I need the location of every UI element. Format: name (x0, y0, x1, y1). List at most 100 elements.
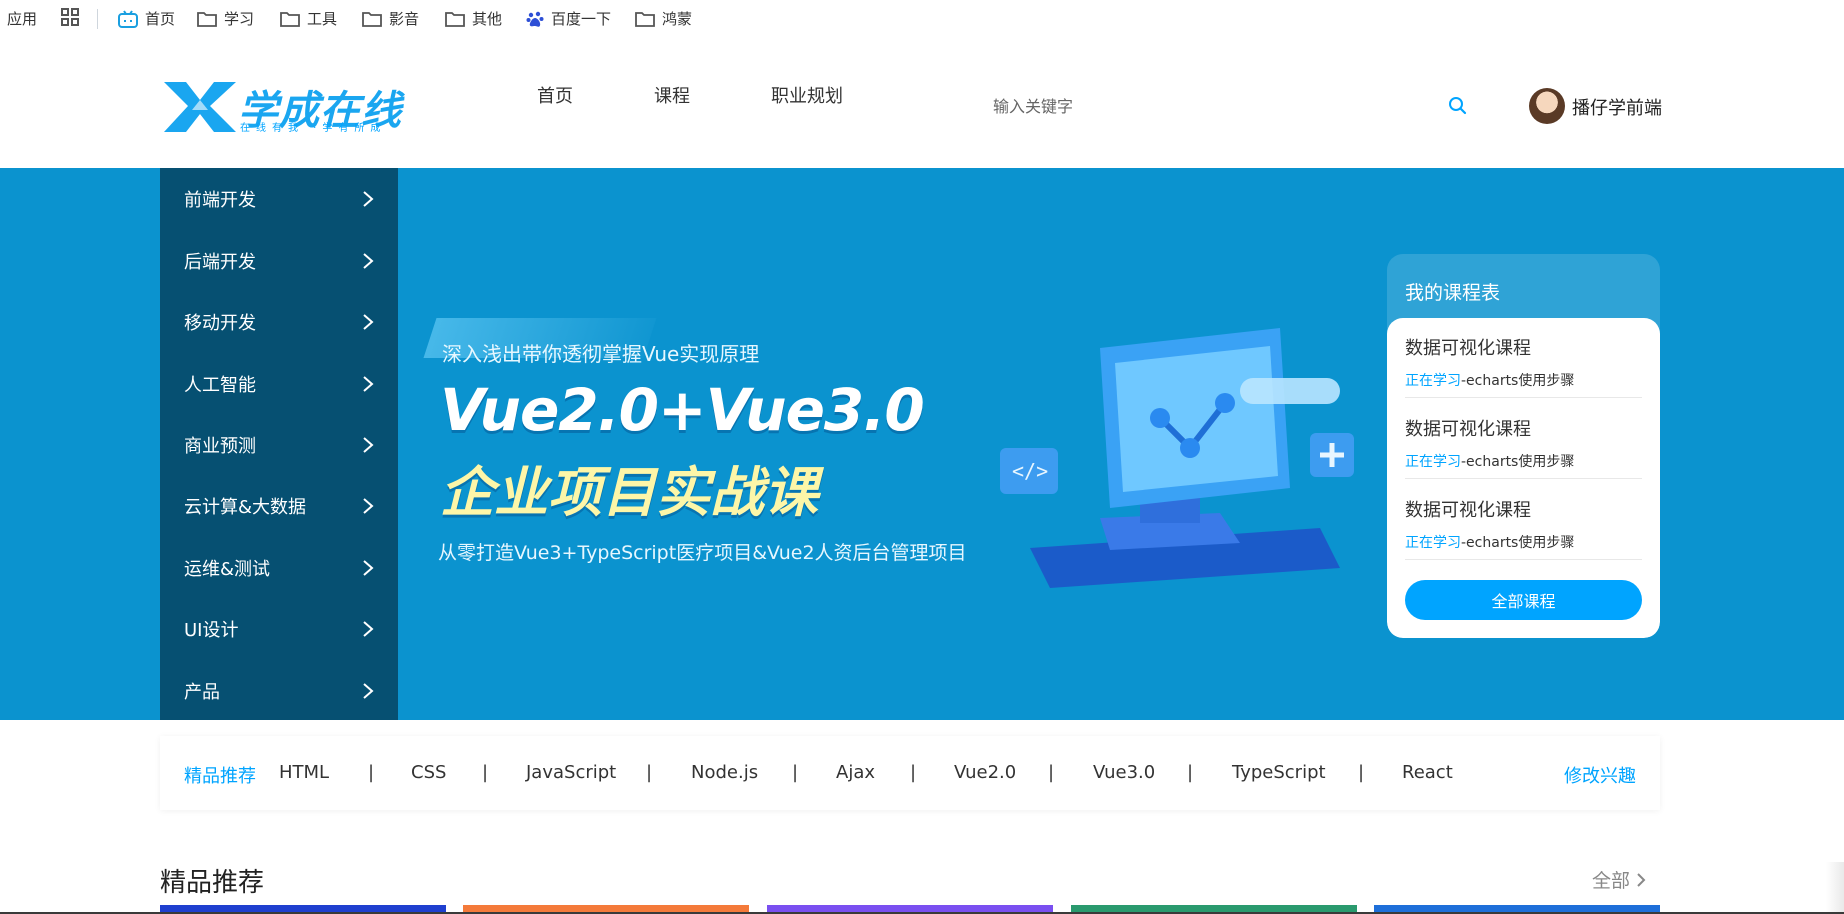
category-item-backend[interactable]: 后端开发 (184, 241, 374, 281)
tag-vue2[interactable]: Vue2.0 (954, 762, 1016, 783)
category-item-mobile[interactable]: 移动开发 (184, 302, 374, 342)
course-item[interactable]: 数据可视化课程 正在学习-echarts使用步骤 (1405, 399, 1642, 479)
bilibili-icon (118, 9, 138, 28)
folder-icon (445, 11, 465, 27)
my-courses-list: 数据可视化课程 正在学习-echarts使用步骤 数据可视化课程 正在学习-ec… (1387, 318, 1660, 638)
bookmark-label: 其他 (472, 10, 503, 28)
search-icon[interactable] (1448, 96, 1468, 116)
course-status: 正在学习 (1405, 373, 1461, 389)
category-label: UI设计 (184, 620, 239, 641)
chevron-right-icon (1637, 872, 1646, 887)
bookmark-label: 百度一下 (551, 10, 612, 28)
tag-separator: | (482, 762, 489, 783)
course-detail: -echarts使用步骤 (1461, 454, 1575, 470)
course-detail: -echarts使用步骤 (1461, 535, 1575, 551)
promo-title[interactable]: Vue2.0+Vue3.0 (440, 376, 925, 444)
category-label: 运维&测试 (184, 559, 271, 580)
chevron-right-icon (363, 621, 374, 637)
course-name: 数据可视化课程 (1405, 338, 1531, 359)
tag-separator: | (368, 762, 375, 783)
promo-kicker[interactable]: 深入浅出带你透彻掌握Vue实现原理 (442, 338, 759, 367)
tag-separator: | (910, 762, 917, 783)
chevron-right-icon (363, 191, 374, 207)
bookmark-home[interactable]: 首页 (118, 8, 175, 29)
course-status: 正在学习 (1405, 535, 1461, 551)
hero-banner: 前端开发 后端开发 移动开发 人工智能 商业预测 云计算&大数据 运维&测试 U… (0, 168, 1844, 720)
bookmark-label: 工具 (307, 10, 338, 28)
category-item-cloud[interactable]: 云计算&大数据 (184, 486, 374, 526)
interests-label: 精品推荐 (184, 766, 256, 787)
avatar[interactable] (1529, 88, 1565, 124)
all-courses-button[interactable]: 全部课程 (1405, 580, 1642, 620)
bookmark-label: 影音 (389, 10, 420, 28)
tag-vue3[interactable]: Vue3.0 (1093, 762, 1155, 783)
chevron-right-icon (363, 683, 374, 699)
tag-react[interactable]: React (1402, 762, 1453, 783)
tag-css[interactable]: CSS (411, 762, 446, 783)
bookmark-tools[interactable]: 工具 (280, 8, 337, 29)
tag-html[interactable]: HTML (279, 762, 329, 783)
folder-icon (197, 11, 217, 27)
grid-icon (61, 8, 79, 26)
computer-illustration-icon[interactable]: </> (990, 318, 1370, 588)
category-label: 前端开发 (184, 190, 256, 211)
course-detail: -echarts使用步骤 (1461, 373, 1575, 389)
folder-icon (635, 11, 655, 27)
course-progress: 正在学习-echarts使用步骤 (1405, 451, 1574, 471)
svg-text:</>: </> (1012, 459, 1048, 483)
edit-interests-link[interactable]: 修改兴趣 (1564, 762, 1636, 788)
course-progress: 正在学习-echarts使用步骤 (1405, 370, 1574, 390)
tag-separator: | (792, 762, 799, 783)
folder-icon (362, 11, 382, 27)
bookmark-label: 应用 (7, 10, 38, 28)
category-item-ai[interactable]: 人工智能 (184, 364, 374, 404)
bookmark-media[interactable]: 影音 (362, 8, 419, 29)
category-item-ui[interactable]: UI设计 (184, 609, 374, 649)
tag-separator: | (1048, 762, 1055, 783)
bookmark-divider (97, 9, 98, 29)
username[interactable]: 播仔学前端 (1572, 94, 1662, 120)
course-name: 数据可视化课程 (1405, 500, 1531, 521)
bookmark-baidu[interactable]: 百度一下 (526, 8, 611, 29)
bookmarks-bar: 应用 首页 学习 工具 影音 其他 百度一下 鸿蒙 (0, 0, 1844, 38)
tag-typescript[interactable]: TypeScript (1232, 762, 1326, 783)
bookmark-label: 鸿蒙 (662, 10, 693, 28)
category-menu: 前端开发 后端开发 移动开发 人工智能 商业预测 云计算&大数据 运维&测试 U… (160, 168, 398, 720)
nav-courses[interactable]: 课程 (654, 82, 690, 108)
logo-x-mark-icon (164, 82, 236, 132)
section-view-all-link[interactable]: 全部 (1592, 866, 1646, 893)
nav-career[interactable]: 职业规划 (771, 82, 843, 108)
course-item[interactable]: 数据可视化课程 正在学习-echarts使用步骤 (1405, 318, 1642, 398)
my-courses-panel: 我的课程表 数据可视化课程 正在学习-echarts使用步骤 数据可视化课程 正… (1387, 254, 1660, 638)
chevron-right-icon (363, 498, 374, 514)
bookmark-other[interactable]: 其他 (445, 8, 502, 29)
tag-nodejs[interactable]: Node.js (691, 762, 758, 783)
category-item-business[interactable]: 商业预测 (184, 425, 374, 465)
site-logo[interactable]: 学成在线 在线有我 ·学有所成 (160, 78, 410, 136)
search-input[interactable] (985, 88, 1465, 124)
category-item-ops[interactable]: 运维&测试 (184, 548, 374, 588)
bookmark-grid[interactable] (61, 8, 79, 26)
bookmark-study[interactable]: 学习 (197, 8, 254, 29)
category-item-product[interactable]: 产品 (184, 671, 374, 711)
course-item[interactable]: 数据可视化课程 正在学习-echarts使用步骤 (1405, 480, 1642, 560)
section-title: 精品推荐 (160, 868, 265, 898)
course-progress: 正在学习-echarts使用步骤 (1405, 532, 1574, 552)
promo-description[interactable]: 从零打造Vue3+TypeScript医疗项目&Vue2人资后台管理项目 (438, 538, 967, 565)
tag-separator: | (1358, 762, 1365, 783)
page-scrollbar[interactable] (1826, 862, 1844, 914)
promo-subtitle[interactable]: 企业项目实战课 (440, 448, 818, 527)
nav-home[interactable]: 首页 (537, 82, 573, 108)
tag-separator: | (1187, 762, 1194, 783)
category-label: 产品 (184, 682, 220, 703)
bookmark-harmony[interactable]: 鸿蒙 (635, 8, 692, 29)
my-courses-title: 我的课程表 (1405, 282, 1501, 304)
category-label: 移动开发 (184, 313, 256, 334)
chevron-right-icon (363, 314, 374, 330)
bookmark-apps[interactable]: 应用 (0, 8, 37, 29)
tag-ajax[interactable]: Ajax (836, 762, 875, 783)
tag-javascript[interactable]: JavaScript (526, 762, 616, 783)
category-item-frontend[interactable]: 前端开发 (184, 179, 374, 219)
category-label: 商业预测 (184, 436, 256, 457)
category-label: 后端开发 (184, 252, 256, 273)
